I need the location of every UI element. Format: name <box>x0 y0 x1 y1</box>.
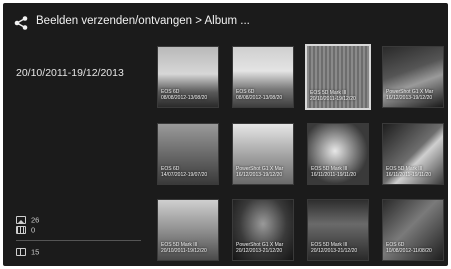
thumbnail[interactable]: EOS 5D Mark III 20/12/2013-21/12/20 <box>307 199 369 261</box>
thumbnail[interactable]: EOS 5D Mark III 16/11/2011-19/11/20 <box>382 123 444 185</box>
page-title: Beelden verzenden/ontvangen > Album ... <box>36 15 250 27</box>
photo-icon <box>16 216 26 225</box>
thumbnail-date: 20/10/2011-19/12/20 <box>161 248 207 254</box>
thumbnail-date: 14/07/2012-19/07/20 <box>161 172 208 178</box>
thumbnail[interactable]: EOS 6D 08/08/2012-13/08/20 <box>157 46 219 108</box>
thumbnail-date: 20/12/2013-21/12/20 <box>236 248 283 254</box>
thumbnail-caption: EOS 5D Mark III 16/11/2011-19/11/20 <box>311 166 356 178</box>
thumbnail[interactable]: EOS 5D Mark III 16/11/2011-19/11/20 <box>307 123 369 185</box>
thumbnail-date: 20/10/2011-19/12/20 <box>310 96 356 102</box>
date-range-label: 20/10/2011-19/12/2013 <box>16 67 124 79</box>
thumbnail-caption: EOS 5D Mark III 20/10/2011-19/12/20 <box>161 242 207 254</box>
thumbnail-date: 08/08/2012-13/08/20 <box>236 95 283 101</box>
thumbnail-caption: EOS 5D Mark III 20/10/2011-19/12/20 <box>310 90 356 102</box>
thumbnail-date: 16/12/2013-19/12/20 <box>386 95 433 101</box>
thumbnail-caption: PowerShot G1 X Mar 20/12/2013-21/12/20 <box>236 242 283 254</box>
thumbnail-caption: EOS 5D Mark III 20/12/2013-21/12/20 <box>311 242 357 254</box>
thumbnail[interactable]: EOS 6D 10/08/2012-11/08/20 <box>382 199 444 261</box>
thumbnail[interactable]: PowerShot G1 X Mar 16/12/2013-19/12/20 <box>232 123 294 185</box>
thumbnail-date: 16/12/2013-19/12/20 <box>236 172 283 178</box>
thumbnail-date: 08/08/2012-13/08/20 <box>161 95 208 101</box>
photo-count: 26 <box>16 215 39 225</box>
thumbnail-caption: EOS 6D 08/08/2012-13/08/20 <box>236 89 282 101</box>
thumbnail-caption: EOS 5D Mark III 16/11/2011-19/11/20 <box>386 166 431 178</box>
thumbnail[interactable]: PowerShot G1 X Mar 16/12/2013-19/12/20 <box>382 46 444 108</box>
album-count: 15 <box>16 247 39 257</box>
thumbnail-date: 20/12/2013-21/12/20 <box>311 248 358 254</box>
movie-icon <box>16 226 26 235</box>
thumbnail-caption: EOS 6D 14/07/2012-19/07/20 <box>161 166 207 178</box>
header-bar: Beelden verzenden/ontvangen > Album ... <box>3 3 448 41</box>
photo-count-value: 26 <box>31 215 40 225</box>
thumbnail-selected[interactable]: EOS 5D Mark III 20/10/2011-19/12/20 <box>305 44 371 110</box>
thumbnail-caption: EOS 6D 08/08/2012-13/08/20 <box>161 89 207 101</box>
thumbnail[interactable]: EOS 5D Mark III 20/10/2011-19/12/20 <box>157 199 219 261</box>
thumbnail[interactable]: EOS 6D 14/07/2012-19/07/20 <box>157 123 219 185</box>
sidebar-divider <box>16 240 141 241</box>
share-icon[interactable] <box>14 16 28 30</box>
movie-count-value: 0 <box>31 225 36 235</box>
thumbnail-date: 10/08/2012-11/08/20 <box>386 248 432 254</box>
album-icon <box>16 248 26 257</box>
thumbnail[interactable]: PowerShot G1 X Mar 20/12/2013-21/12/20 <box>232 199 294 261</box>
thumbnail[interactable]: EOS 6D 08/08/2012-13/08/20 <box>232 46 294 108</box>
thumbnail-caption: EOS 6D 10/08/2012-11/08/20 <box>386 242 432 254</box>
thumbnail-date: 16/11/2011-19/11/20 <box>311 172 357 178</box>
app-window: Beelden verzenden/ontvangen > Album ... … <box>3 3 448 266</box>
thumbnail-caption: PowerShot G1 X Mar 16/12/2013-19/12/20 <box>386 89 433 101</box>
thumbnail-date: 16/11/2011-19/11/20 <box>386 172 432 178</box>
thumbnail-grid: EOS 6D 08/08/2012-13/08/20 EOS 6D 08/08/20… <box>155 43 448 266</box>
thumbnail-caption: PowerShot G1 X Mar 16/12/2013-19/12/20 <box>236 166 283 178</box>
album-count-value: 15 <box>31 247 40 257</box>
movie-count: 0 <box>16 225 35 235</box>
